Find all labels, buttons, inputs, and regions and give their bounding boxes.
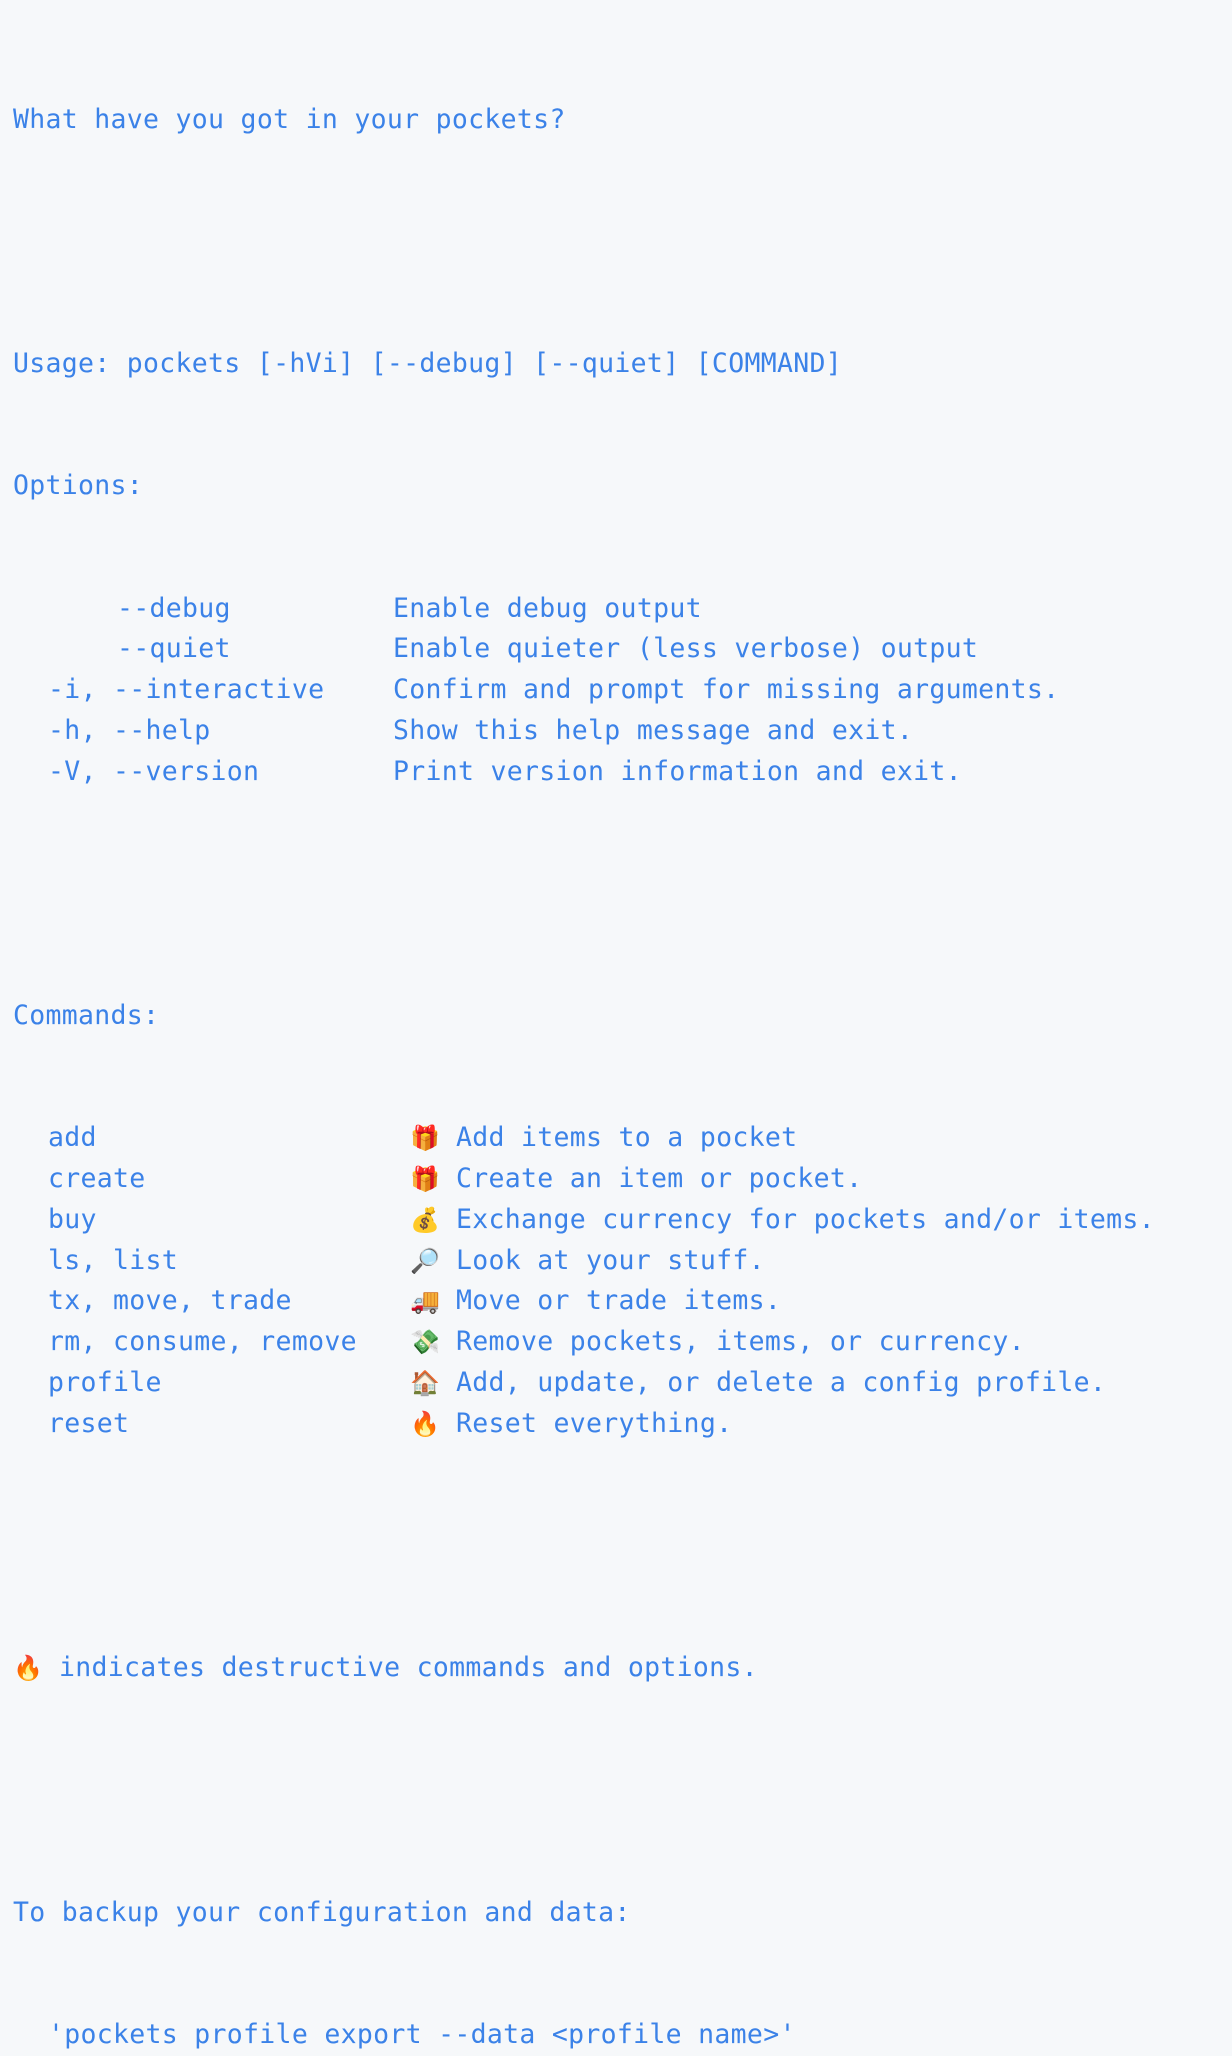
usage-line: Usage: pockets [-hVi] [--debug] [--quiet…: [13, 348, 842, 379]
command-description: Exchange currency for pockets and/or ite…: [456, 1203, 1155, 1235]
gift-icon: 🎁: [410, 1165, 440, 1193]
option-description: Confirm and prompt for missing arguments…: [393, 674, 1060, 705]
destructive-note-text: indicates destructive commands and optio…: [59, 1652, 758, 1683]
command-row: add 🎁 Add items to a pocket: [13, 1118, 1232, 1159]
money-bag-icon: 💰: [410, 1205, 440, 1234]
command-description: Move or trade items.: [456, 1285, 782, 1317]
fire-icon: 🔥: [13, 1654, 43, 1682]
terminal-output: What have you got in your pockets? Usage…: [0, 0, 1232, 2050]
commands-header: Commands:: [13, 1000, 160, 1031]
gift-icon: 🎁: [410, 1124, 440, 1153]
option-description: Show this help message and exit.: [393, 714, 914, 746]
options-list: --debug Enable debug output --quiet Enable …: [13, 589, 1232, 793]
command-row: buy 💰 Exchange currency for pockets and/or…: [13, 1200, 1232, 1241]
option-row: --debug Enable debug output: [13, 589, 1232, 630]
fire-icon: 🔥: [410, 1409, 440, 1438]
command-description: Reset everything.: [456, 1407, 733, 1439]
option-flag: --quiet: [117, 633, 231, 665]
magnifier-icon: 🔎: [410, 1246, 440, 1275]
command-row: profile 🏠 Add, update, or delete a config …: [13, 1363, 1232, 1404]
intro-line: What have you got in your pockets?: [13, 103, 566, 135]
option-flag: -i, --interactive: [48, 674, 325, 705]
command-row: create 🎁 Create an item or pocket.: [13, 1159, 1232, 1200]
option-flag: --debug: [117, 592, 231, 624]
command-description: Look at your stuff.: [456, 1244, 765, 1276]
option-row: -h, --help Show this help message and exi…: [13, 711, 1232, 752]
backup-header: To backup your configuration and data:: [13, 1896, 631, 1928]
command-name: rm, consume, remove: [48, 1326, 357, 1357]
command-name: profile: [48, 1366, 162, 1398]
commands-list: add 🎁 Add items to a pocket create 🎁 Create a…: [13, 1118, 1232, 1444]
option-row: --quiet Enable quieter (less verbose) out…: [13, 629, 1232, 670]
command-row: ls, list 🔎 Look at your stuff.: [13, 1241, 1232, 1282]
option-description: Enable quieter (less verbose) output: [393, 633, 979, 665]
command-row: tx, move, trade 🚚 Move or trade items.: [13, 1281, 1232, 1322]
option-description: Enable debug output: [393, 592, 702, 624]
command-description: Add, update, or delete a config profile.: [456, 1366, 1107, 1398]
option-flag: -h, --help: [48, 714, 211, 746]
command-name: buy: [48, 1203, 97, 1235]
command-name: add: [48, 1122, 97, 1154]
backup-command: 'pockets profile export --data <profile …: [48, 2018, 796, 2050]
option-row: -i, --interactive Confirm and prompt for …: [13, 670, 1232, 711]
options-header: Options:: [13, 470, 144, 502]
destructive-note: 🔥 indicates destructive commands and opti…: [13, 1648, 1232, 1689]
delivery-truck-icon: 🚚: [410, 1287, 440, 1316]
house-icon: 🏠: [410, 1368, 440, 1397]
option-row: -V, --version Print version information a…: [13, 752, 1232, 793]
money-with-wings-icon: 💸: [410, 1328, 440, 1356]
command-name: reset: [48, 1407, 130, 1439]
command-description: Add items to a pocket: [456, 1122, 798, 1154]
command-name: tx, move, trade: [48, 1285, 292, 1317]
command-row: reset 🔥 Reset everything.: [13, 1404, 1232, 1445]
option-flag: -V, --version: [48, 755, 260, 787]
command-description: Remove pockets, items, or currency.: [456, 1326, 1025, 1357]
command-description: Create an item or pocket.: [456, 1163, 863, 1194]
command-name: create: [48, 1163, 146, 1194]
command-name: ls, list: [48, 1244, 179, 1276]
command-row: rm, consume, remove 💸 Remove pockets, item…: [13, 1322, 1232, 1363]
option-description: Print version information and exit.: [393, 755, 962, 787]
